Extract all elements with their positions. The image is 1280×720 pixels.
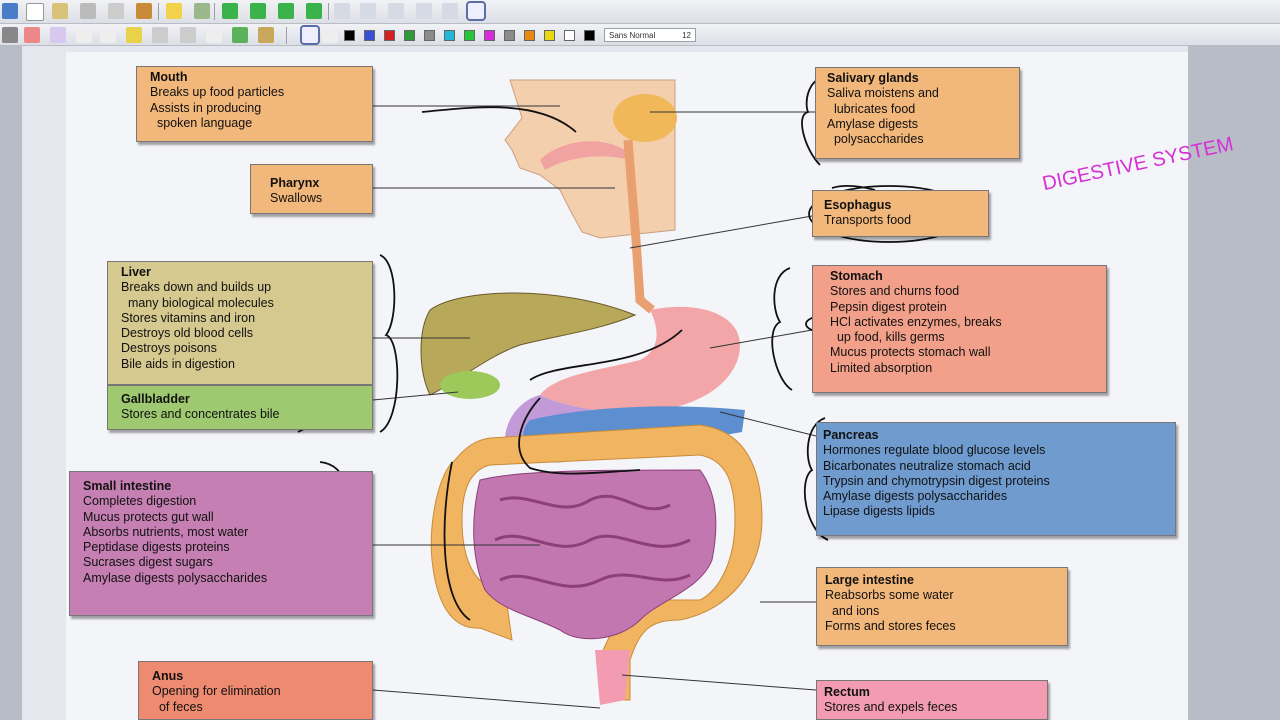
- pancreas-line: Bicarbonates neutralize stomach acid: [823, 458, 1031, 473]
- mouth-box: Mouth Breaks up food particles Assists i…: [136, 66, 373, 142]
- large-intestine-heading: Large intestine: [825, 573, 914, 587]
- stomach-line: Pepsin digest protein: [830, 299, 947, 314]
- mouth-line: Assists in producing: [150, 100, 262, 115]
- brace-liver: [379, 254, 399, 433]
- mouth-heading: Mouth: [150, 70, 188, 84]
- small-intestine-line: Sucrases digest sugars: [83, 555, 213, 570]
- salivary-glands-box: Salivary glands Saliva moistens and lubr…: [815, 67, 1020, 159]
- salivary-heading: Salivary glands: [827, 71, 919, 85]
- salivary-line: lubricates food: [827, 101, 916, 116]
- liver-line: Breaks down and builds up: [121, 280, 272, 295]
- large-intestine-line: Reabsorbs some water: [825, 588, 954, 603]
- small-intestine-box: Small intestine Completes digestion Mucu…: [69, 471, 373, 616]
- gallbladder-organ: [440, 371, 500, 399]
- liver-line: Destroys poisons: [121, 341, 217, 356]
- stomach-heading: Stomach: [830, 269, 883, 283]
- rectum-organ: [595, 650, 630, 705]
- pharynx-line: Swallows: [270, 191, 323, 206]
- stomach-line: Stores and churns food: [830, 284, 960, 299]
- salivary-gland: [613, 94, 677, 142]
- salivary-line: Amylase digests: [827, 116, 919, 131]
- pancreas-box: Pancreas Hormones regulate blood glucose…: [816, 422, 1176, 536]
- stomach-line: up food, kills germs: [830, 330, 945, 345]
- pancreas-line: Amylase digests polysaccharides: [823, 489, 1008, 504]
- salivary-line: polysaccharides: [827, 132, 924, 147]
- liver-line: many biological molecules: [121, 295, 274, 310]
- rectum-line: Stores and expels feces: [824, 700, 958, 715]
- esophagus-heading: Esophagus: [824, 198, 892, 212]
- gallbladder-line: Stores and concentrates bile: [121, 407, 280, 422]
- small-intestine-line: Peptidase digests proteins: [83, 540, 230, 555]
- liver-line: Bile aids in digestion: [121, 356, 235, 371]
- pancreas-line: Trypsin and chymotrypsin digest proteins: [823, 473, 1050, 488]
- pharynx-heading: Pharynx: [270, 176, 320, 190]
- large-intestine-box: Large intestine Reabsorbs some water and…: [816, 567, 1068, 646]
- rectum-heading: Rectum: [824, 685, 870, 699]
- pancreas-line: Lipase digests lipids: [823, 504, 935, 519]
- small-intestine-line: Completes digestion: [83, 494, 197, 509]
- salivary-line: Saliva moistens and: [827, 86, 939, 101]
- brace-stomach: [771, 267, 793, 391]
- pancreas-line: Hormones regulate blood glucose levels: [823, 443, 1046, 458]
- small-intestine-heading: Small intestine: [83, 479, 172, 493]
- mouth-line: spoken language: [150, 115, 253, 130]
- liver-line: Stores vitamins and iron: [121, 310, 256, 325]
- pharynx-box: Pharynx Swallows: [250, 164, 373, 214]
- esophagus-line: Transports food: [824, 213, 912, 228]
- anus-line: Opening for elimination: [152, 684, 281, 699]
- stomach-box: Stomach Stores and churns food Pepsin di…: [812, 265, 1107, 393]
- gallbladder-heading: Gallbladder: [121, 392, 190, 406]
- stomach-line: HCl activates enzymes, breaks: [830, 314, 1002, 329]
- anus-line: of feces: [152, 699, 203, 714]
- esophagus-box: Esophagus Transports food: [812, 190, 989, 237]
- liver-box: Liver Breaks down and builds up many bio…: [107, 261, 373, 385]
- rectum-box: Rectum Stores and expels feces: [816, 680, 1048, 720]
- liver-line: Destroys old blood cells: [121, 326, 254, 341]
- anus-heading: Anus: [152, 669, 184, 683]
- gallbladder-box: Gallbladder Stores and concentrates bile: [107, 385, 373, 430]
- pancreas-heading: Pancreas: [823, 428, 879, 442]
- stomach-line: Mucus protects stomach wall: [830, 345, 991, 360]
- small-intestine-line: Mucus protects gut wall: [83, 509, 214, 524]
- large-intestine-line: and ions: [825, 603, 880, 618]
- stomach-line: Limited absorption: [830, 360, 933, 375]
- anus-box: Anus Opening for elimination of feces: [138, 661, 373, 720]
- mouth-line: Breaks up food particles: [150, 85, 285, 100]
- liver-heading: Liver: [121, 265, 151, 279]
- small-intestine-line: Amylase digests polysaccharides: [83, 570, 268, 585]
- large-intestine-line: Forms and stores feces: [825, 618, 956, 633]
- small-intestine-line: Absorbs nutrients, most water: [83, 524, 249, 539]
